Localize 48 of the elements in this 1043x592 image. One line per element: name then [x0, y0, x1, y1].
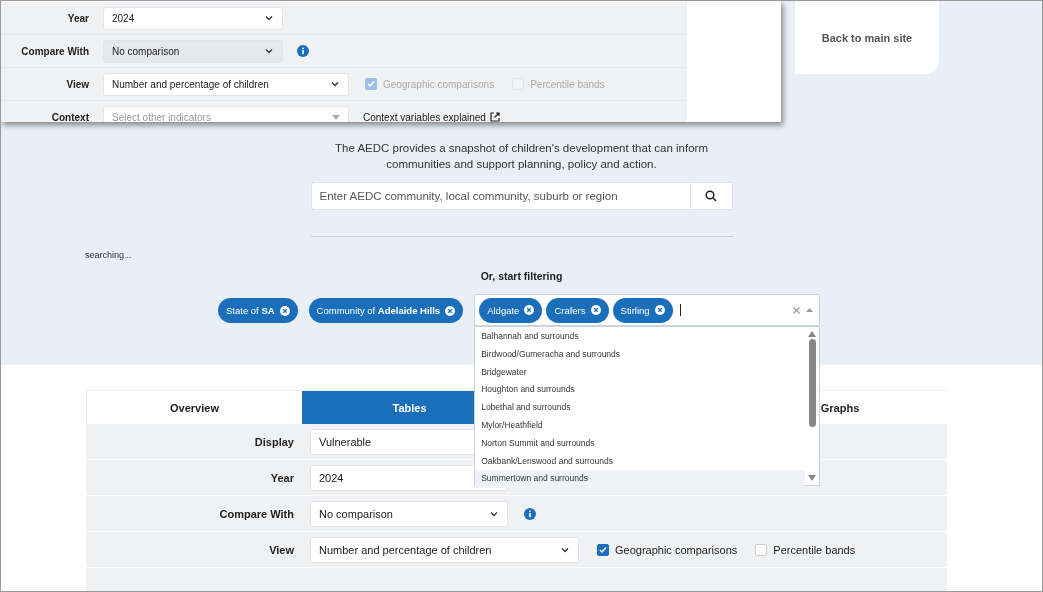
remove-icon[interactable] [524, 305, 535, 315]
tag-chip[interactable]: Stirling [612, 297, 673, 323]
filter-chip[interactable]: State of SA [218, 298, 298, 323]
status-text: searching... [85, 250, 133, 260]
search-field[interactable]: Enter AEDC community, local community, suburb or region [310, 182, 690, 210]
checkbox[interactable] [597, 543, 609, 556]
clear-icon[interactable] [793, 306, 801, 314]
scroll-up-icon[interactable] [808, 331, 817, 337]
scroll-down-icon[interactable] [808, 475, 817, 481]
dropdown-option[interactable]: Summertown and surrounds [475, 470, 806, 489]
dropdown-select[interactable]: Number and percentage of children [103, 72, 349, 96]
dropdown-option[interactable]: Birdwood/Gumeracha and surrounds [475, 345, 806, 364]
field-label: Year [66, 12, 89, 24]
field-label: Compare With [20, 45, 89, 57]
context-link[interactable]: Context variables explained [363, 111, 500, 122]
info-icon[interactable] [297, 45, 309, 57]
dropdown-option[interactable]: Bridgewater [475, 363, 806, 382]
field-label: View [65, 78, 89, 90]
field-label: Year [269, 471, 294, 484]
external-link-icon [489, 112, 500, 122]
checkbox-label: Percentile bands [773, 543, 856, 556]
dropdown-select[interactable]: No comparison [310, 500, 508, 527]
remove-icon[interactable] [445, 305, 456, 316]
dropdown-option[interactable]: Balhannah and surrounds [475, 328, 806, 346]
checkbox-label: Geographic comparisons [615, 543, 738, 556]
text-cursor [679, 304, 681, 316]
dropdown-select[interactable]: Number and percentage of children [310, 536, 579, 563]
checkbox-label: Percentile bands [530, 78, 605, 90]
field-label: Context [50, 111, 89, 122]
remove-icon[interactable] [654, 305, 665, 315]
search-button[interactable] [689, 182, 733, 210]
tag-chip[interactable]: Crafers [546, 297, 609, 323]
field-label: View [268, 543, 294, 556]
caret-up-icon[interactable] [806, 308, 814, 312]
remove-icon[interactable] [590, 305, 601, 315]
remove-icon[interactable] [279, 305, 290, 316]
back-link[interactable]: Back to main site [795, 1, 939, 74]
caret-icon [332, 114, 340, 120]
info-icon[interactable] [524, 507, 536, 520]
dropdown-select[interactable]: 2024 [103, 6, 283, 30]
field-label: Display [253, 435, 294, 448]
search-icon [705, 190, 717, 202]
filter-heading: Or, start filtering [479, 270, 564, 282]
filter-chip[interactable]: Community of Adelaide Hills [308, 298, 464, 323]
description-text: The AEDC provides a snapshot of children's development that can inform communities and support planning, policy and action. [334, 141, 709, 172]
tag-chip[interactable]: Aldgate [479, 297, 543, 323]
field-label: Compare With [218, 507, 294, 520]
checkbox-label: Geographic comparisons [383, 78, 495, 90]
